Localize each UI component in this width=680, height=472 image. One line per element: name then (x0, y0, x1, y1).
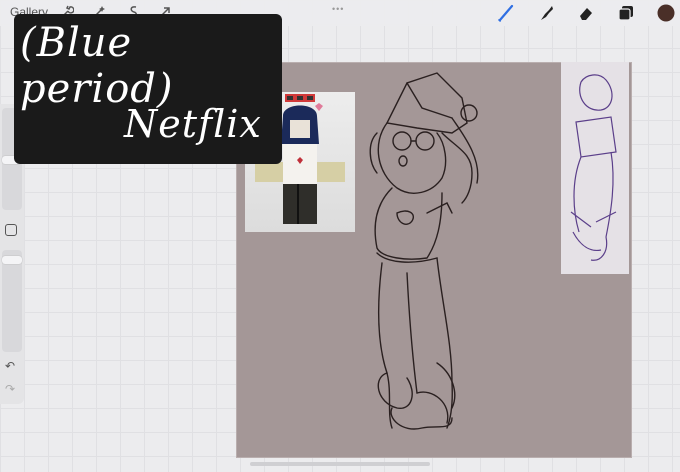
modify-button[interactable] (5, 224, 17, 236)
overlay-title: (Blue period) (20, 20, 174, 112)
eraser-icon[interactable] (576, 3, 596, 23)
purple-sketch-image (570, 74, 617, 261)
opacity-thumb[interactable] (2, 256, 22, 264)
brush-icon[interactable] (496, 3, 516, 23)
smudge-icon[interactable] (536, 3, 556, 23)
layers-icon[interactable] (616, 3, 636, 23)
reference-sketch[interactable] (561, 62, 629, 274)
home-indicator (250, 462, 430, 466)
color-swatch[interactable] (656, 3, 676, 23)
opacity-slider[interactable] (2, 250, 22, 352)
redo-icon[interactable]: ↷ (5, 382, 15, 396)
title-overlay: (Blue period) Netflix (14, 14, 282, 164)
handle-dots: ••• (332, 4, 345, 14)
undo-icon[interactable]: ↶ (5, 359, 15, 373)
overlay-subtitle: Netflix (124, 102, 262, 146)
